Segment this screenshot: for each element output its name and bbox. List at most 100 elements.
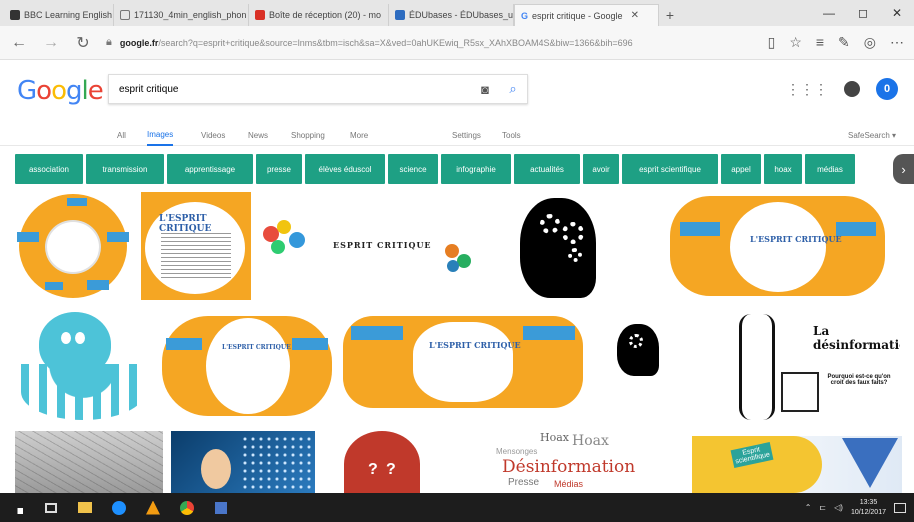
search-tabs: All Images Videos News Shopping More Set…	[0, 124, 914, 146]
chip[interactable]: infographie	[441, 154, 511, 184]
safesearch-toggle[interactable]: SafeSearch ▾	[848, 124, 896, 146]
search-box: ◙ ⌕	[108, 74, 528, 104]
tab-shopping[interactable]: Shopping	[291, 124, 325, 146]
image-result[interactable]	[171, 431, 315, 493]
google-logo[interactable]: Google	[17, 76, 104, 106]
browser-tab[interactable]: 171130_4min_english_phon	[114, 4, 249, 26]
info-box	[292, 338, 328, 350]
image-result[interactable]: Hoax Hoax Mensonges Désinformation Press…	[480, 431, 680, 493]
chip[interactable]: élèves éduscol	[305, 154, 385, 184]
apps-grid-icon[interactable]: ⋮⋮⋮	[786, 81, 828, 98]
more-icon[interactable]: ⋯	[890, 34, 904, 51]
chips-next-arrow-icon[interactable]: ›	[893, 154, 914, 184]
word-cloud-word: Hoax	[540, 431, 569, 444]
image-result[interactable]	[510, 192, 610, 300]
chip[interactable]: association	[15, 154, 83, 184]
word-cloud-word: Mensonges	[496, 447, 538, 456]
tab-images[interactable]: Images	[147, 124, 174, 146]
share-icon[interactable]: ◎	[864, 34, 876, 51]
close-window-button[interactable]: ✕	[880, 0, 914, 26]
chip[interactable]: appel	[721, 154, 761, 184]
tab-more[interactable]: More	[350, 124, 368, 146]
chip[interactable]: science	[388, 154, 438, 184]
chip[interactable]: médias	[805, 154, 855, 184]
chip[interactable]: transmission	[86, 154, 164, 184]
tab-settings[interactable]: Settings	[452, 124, 481, 146]
camera-icon[interactable]: ◙	[471, 82, 499, 97]
browser-tab[interactable]: BBC Learning English - 6 Mi	[4, 4, 114, 26]
image-result[interactable]	[15, 192, 131, 300]
search-input[interactable]	[119, 83, 471, 95]
hub-icon[interactable]: ≡	[816, 34, 824, 51]
image-result[interactable]: Esprit scientifique	[692, 436, 902, 493]
avatar[interactable]: 0	[876, 78, 898, 100]
refresh-icon[interactable]: ↻	[74, 33, 92, 53]
tab-all[interactable]: All	[117, 124, 126, 146]
image-caption: L'ESPRIT CRITIQUE	[222, 344, 291, 351]
edge-browser-icon[interactable]	[102, 493, 136, 522]
close-tab-icon[interactable]: ✕	[631, 10, 639, 21]
forward-arrow-icon[interactable]: →	[42, 34, 60, 52]
notifications-icon[interactable]	[844, 81, 860, 97]
related-chips: association transmission apprentissage p…	[15, 154, 914, 184]
info-box	[836, 222, 876, 236]
google-favicon: G	[521, 10, 529, 21]
tab-videos[interactable]: Videos	[201, 124, 225, 146]
image-result[interactable]	[15, 431, 163, 493]
trash-box-icon	[781, 372, 819, 412]
clock[interactable]: 13:35 10/12/2017	[851, 498, 886, 518]
image-result[interactable]: L'ESPRIT CRITIQUE	[162, 308, 332, 424]
notes-icon[interactable]: ✎	[838, 34, 850, 51]
notification-center-icon[interactable]	[894, 502, 906, 513]
image-result[interactable]	[605, 320, 667, 380]
maximize-button[interactable]: ◻	[846, 0, 880, 26]
url-domain: google.fr	[119, 37, 159, 48]
browser-tab-strip: BBC Learning English - 6 Mi 171130_4min_…	[0, 0, 914, 26]
head-silhouette-icon	[520, 198, 596, 298]
network-icon[interactable]: ⊏	[819, 503, 826, 512]
header-right: ⋮⋮⋮ 0	[786, 78, 898, 100]
browser-tab-active[interactable]: G esprit critique - Google ✕	[514, 4, 659, 26]
image-caption: L'ESPRIT CRITIQUE	[750, 234, 842, 244]
address-bar[interactable]: 🔒︎ google.fr/search?q=esprit+critique&so…	[106, 31, 754, 55]
app-icon[interactable]	[136, 493, 170, 522]
task-view-icon[interactable]	[34, 493, 68, 522]
system-tray: ⌃ ⊏ ◁) 13:35 10/12/2017	[805, 493, 906, 522]
browser-tab[interactable]: ÉDUbases - ÉDUbases_une	[389, 4, 514, 26]
chrome-icon[interactable]	[170, 493, 204, 522]
tray-up-arrow-icon[interactable]: ⌃	[805, 503, 812, 512]
favorite-star-icon[interactable]: ☆	[789, 34, 802, 51]
chip[interactable]: presse	[256, 154, 302, 184]
info-box	[166, 338, 202, 350]
image-result[interactable]: L'ESPRIT CRITIQUE	[141, 192, 251, 300]
search-icon[interactable]: ⌕	[499, 81, 527, 97]
tab-news[interactable]: News	[248, 124, 268, 146]
reading-view-icon[interactable]: ▯	[768, 34, 776, 51]
chip[interactable]: esprit scientifique	[622, 154, 718, 184]
center-circle	[45, 220, 101, 274]
tab-tools[interactable]: Tools	[502, 124, 521, 146]
volume-icon[interactable]: ◁)	[834, 503, 843, 512]
url-path: /search?q=esprit+critique&source=lnms&tb…	[158, 37, 633, 48]
image-result[interactable]: ? ?	[342, 431, 422, 493]
start-windows-icon[interactable]	[0, 493, 34, 522]
edubases-favicon	[395, 10, 405, 20]
image-result[interactable]: ESPRIT CRITIQUE	[257, 214, 477, 280]
image-result[interactable]: L'ESPRIT CRITIQUE	[670, 192, 885, 300]
chip[interactable]: avoir	[583, 154, 619, 184]
image-result[interactable]: La désinformation Pourquoi est-ce qu'on …	[735, 310, 900, 424]
new-tab-button[interactable]: +	[659, 4, 681, 26]
google-header: Google ◙ ⌕ ⋮⋮⋮ 0	[0, 60, 914, 124]
browser-tab[interactable]: Boîte de réception (20) - mo	[249, 4, 389, 26]
image-result[interactable]	[15, 308, 147, 424]
app-icon[interactable]	[204, 493, 238, 522]
image-result[interactable]: L'ESPRIT CRITIQUE	[343, 316, 583, 408]
chip[interactable]: actualités	[514, 154, 580, 184]
file-explorer-icon[interactable]	[68, 493, 102, 522]
chip[interactable]: apprentissage	[167, 154, 253, 184]
minimize-button[interactable]: —	[812, 0, 846, 26]
back-arrow-icon[interactable]: ←	[10, 34, 28, 52]
chip[interactable]: hoax	[764, 154, 802, 184]
man-silhouette-icon	[739, 314, 775, 420]
tab-label: Boîte de réception (20) - mo	[269, 10, 382, 20]
